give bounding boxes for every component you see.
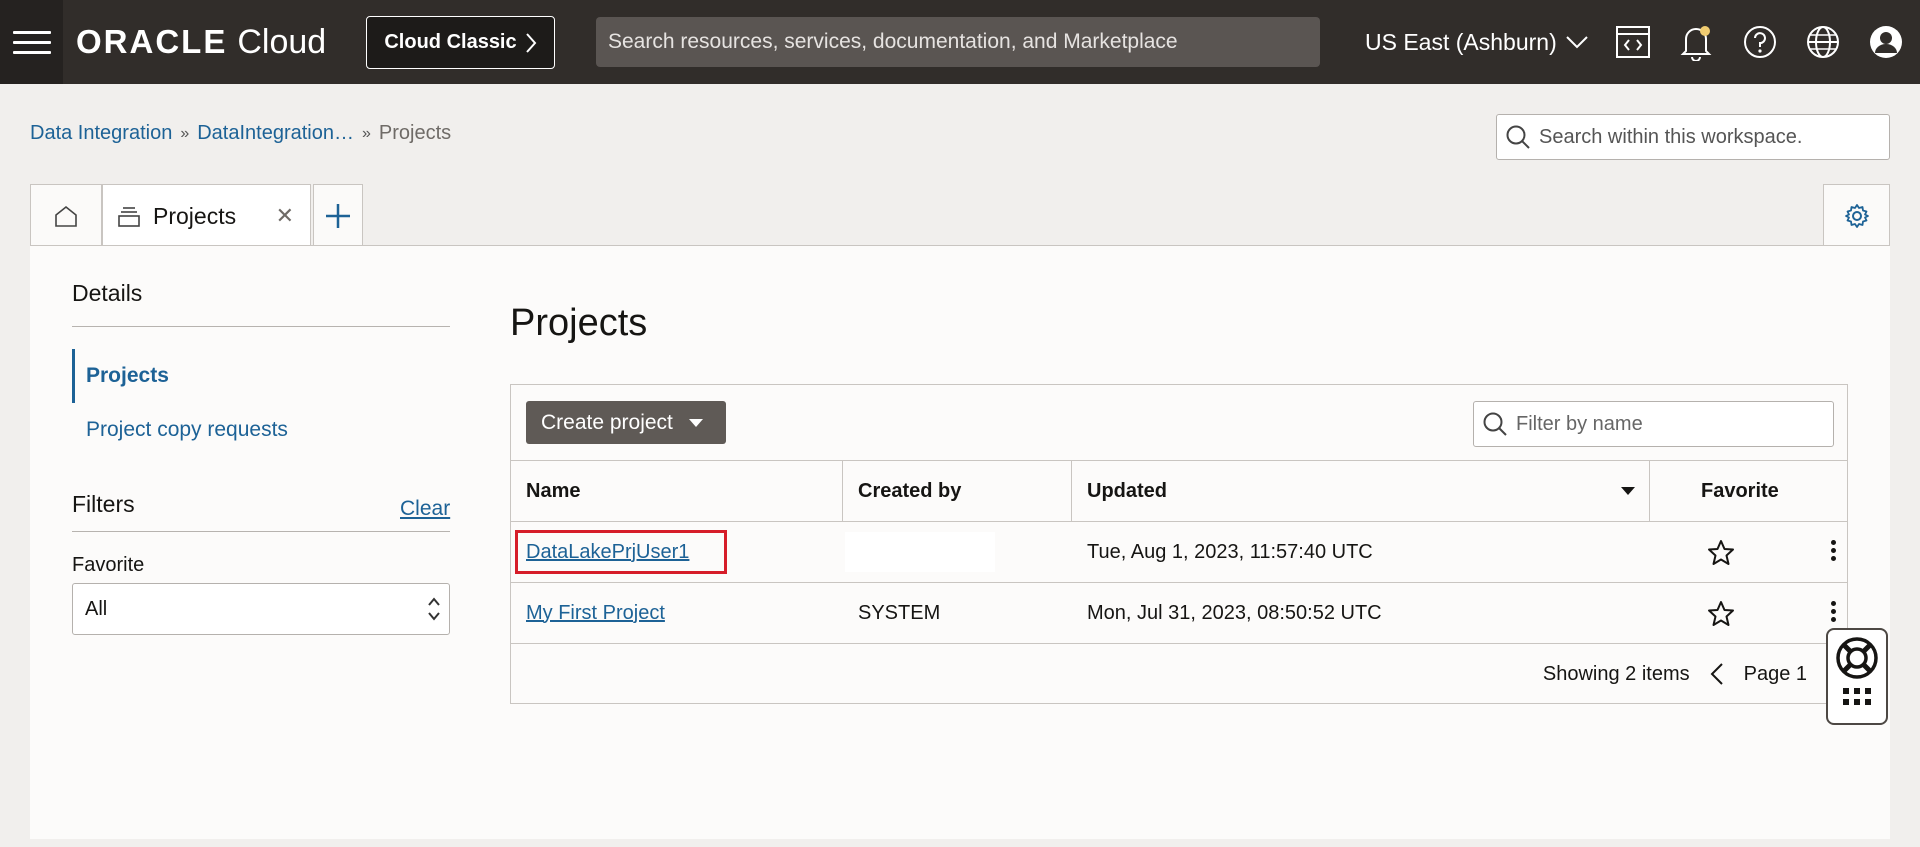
row-actions-menu-icon[interactable] <box>1831 601 1837 622</box>
table-header: Name Created by Updated Favorite <box>511 460 1847 522</box>
breadcrumb: Data Integration » DataIntegration… » Pr… <box>30 122 451 145</box>
breadcrumb-separator-icon: » <box>362 124 371 142</box>
region-label: US East (Ashburn) <box>1365 28 1557 55</box>
page-indicator: Page 1 <box>1743 662 1807 685</box>
star-icon[interactable] <box>1707 600 1735 627</box>
global-search-input[interactable]: Search resources, services, documentatio… <box>596 17 1320 67</box>
previous-page-icon[interactable] <box>1710 662 1724 686</box>
divider <box>72 326 450 327</box>
column-header-created-by[interactable]: Created by <box>858 461 961 521</box>
favorite-filter-label: Favorite <box>72 554 145 576</box>
cloud-classic-label: Cloud Classic <box>384 31 517 53</box>
breadcrumb-current: Projects <box>378 122 452 144</box>
select-arrows-icon <box>428 597 440 621</box>
breadcrumb-data-integration[interactable]: Data Integration <box>30 122 172 145</box>
close-tab-icon[interactable]: ✕ <box>276 203 294 229</box>
page-title: Projects <box>510 302 648 344</box>
brand-name: ORACLE <box>76 22 228 60</box>
table-pagination: Showing 2 items Page 1 <box>511 645 1847 703</box>
favorite-filter-select[interactable]: All <box>72 583 450 635</box>
cloud-classic-button[interactable]: Cloud Classic <box>366 16 555 69</box>
table-row: DataLakePrjUser1 Tue, Aug 1, 2023, 11:57… <box>511 522 1847 583</box>
home-icon <box>55 205 77 227</box>
tab-home[interactable] <box>30 184 102 246</box>
filter-placeholder: Filter by name <box>1516 412 1643 435</box>
gear-icon <box>1844 203 1869 228</box>
column-header-favorite[interactable]: Favorite <box>1701 461 1779 521</box>
projects-stack-icon <box>118 207 140 227</box>
chevron-down-icon <box>1566 36 1588 49</box>
breadcrumb-separator-icon: » <box>180 124 190 142</box>
product-name: Cloud <box>237 22 327 61</box>
star-icon[interactable] <box>1707 539 1735 566</box>
global-search-placeholder: Search resources, services, documentatio… <box>608 30 1178 53</box>
updated-cell: Tue, Aug 1, 2023, 11:57:40 UTC <box>1087 540 1373 563</box>
tab-projects[interactable]: Projects ✕ <box>102 184 311 247</box>
workspace-search-placeholder: Search within this workspace. <box>1539 125 1803 148</box>
column-divider <box>1649 461 1650 521</box>
details-heading: Details <box>72 280 143 306</box>
content-area: Details Projects Project copy requests F… <box>30 245 1890 839</box>
item-count: Showing 2 items <box>1542 662 1690 685</box>
create-project-button[interactable]: Create project <box>526 401 726 444</box>
search-icon <box>1506 125 1530 149</box>
app-grid-icon <box>1843 688 1871 705</box>
sidebar-item-projects[interactable]: Projects <box>72 349 169 403</box>
column-header-name[interactable]: Name <box>526 461 580 521</box>
table-row: My First Project SYSTEM Mon, Jul 31, 202… <box>511 583 1847 644</box>
plus-icon <box>326 203 350 228</box>
column-header-updated[interactable]: Updated <box>1087 461 1167 521</box>
projects-table-panel: Create project Filter by name Name Creat… <box>510 384 1848 704</box>
chevron-right-icon <box>525 32 536 53</box>
oracle-cloud-logo[interactable]: ORACLE Cloud <box>76 23 326 62</box>
user-profile-icon[interactable] <box>1864 20 1908 64</box>
help-icon[interactable] <box>1738 20 1782 64</box>
project-name-link[interactable]: My First Project <box>526 602 665 625</box>
add-tab-button[interactable] <box>313 184 363 246</box>
navigation-menu-button[interactable] <box>0 0 63 84</box>
favorite-filter-value: All <box>85 597 108 620</box>
help-widget[interactable] <box>1826 628 1888 725</box>
language-globe-icon[interactable] <box>1801 20 1845 64</box>
divider <box>72 531 450 532</box>
created-by-cell: SYSTEM <box>858 601 941 624</box>
developer-tools-icon[interactable] <box>1611 20 1655 64</box>
filter-by-name-input[interactable]: Filter by name <box>1473 401 1834 447</box>
filters-heading: Filters <box>72 491 135 517</box>
project-name-link[interactable]: DataLakePrjUser1 <box>526 541 689 564</box>
search-icon <box>1483 412 1507 436</box>
caret-down-icon <box>688 418 703 427</box>
column-divider <box>1071 461 1072 521</box>
updated-cell: Mon, Jul 31, 2023, 08:50:52 UTC <box>1087 601 1382 624</box>
workspace-search-input[interactable]: Search within this workspace. <box>1496 114 1890 160</box>
region-selector[interactable]: US East (Ashburn) <box>1365 22 1589 62</box>
lifebuoy-icon <box>1836 637 1878 679</box>
notifications-bell-icon[interactable] <box>1674 20 1718 64</box>
column-divider <box>842 461 843 521</box>
create-project-label: Create project <box>541 410 673 434</box>
sidebar-item-project-copy-requests[interactable]: Project copy requests <box>72 418 288 442</box>
tab-projects-label: Projects <box>153 202 237 229</box>
row-actions-menu-icon[interactable] <box>1831 540 1837 561</box>
clear-filters-link[interactable]: Clear <box>400 497 450 521</box>
sort-descending-icon <box>1621 487 1635 495</box>
workspace-settings-button[interactable] <box>1823 184 1890 246</box>
redacted-creator <box>845 532 995 572</box>
breadcrumb-workspace[interactable]: DataIntegration… <box>197 122 354 145</box>
